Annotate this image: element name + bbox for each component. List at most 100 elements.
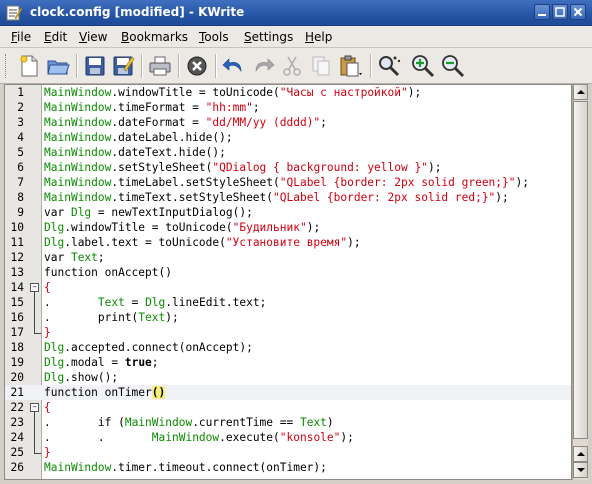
cut-icon[interactable] bbox=[279, 53, 305, 79]
code-line[interactable]: 3 MainWindow.dateFormat = "dd/MM/yy (dddd… bbox=[5, 115, 571, 130]
line-number: 10 bbox=[10, 221, 24, 234]
menu-help[interactable]: Help bbox=[305, 30, 332, 44]
undo-icon[interactable] bbox=[221, 53, 247, 79]
code-text: } bbox=[44, 446, 51, 459]
line-number: 16 bbox=[10, 311, 24, 324]
code-text: . . MainWindow.execute("konsole"); bbox=[44, 431, 354, 444]
fold-end bbox=[30, 325, 41, 340]
code-text: MainWindow.setStyleSheet("QDialog { back… bbox=[44, 161, 442, 174]
menu-edit[interactable]: Edit bbox=[44, 30, 67, 44]
line-number: 9 bbox=[17, 206, 24, 219]
toolbar-grip[interactable] bbox=[5, 54, 9, 78]
menu-file[interactable]: File bbox=[11, 30, 31, 44]
toolbar-separator bbox=[141, 54, 143, 78]
code-line[interactable]: 24 . . MainWindow.execute("konsole"); bbox=[5, 430, 571, 445]
scroll-thumb[interactable] bbox=[573, 101, 588, 439]
code-line[interactable]: 5 MainWindow.dateText.hide(); bbox=[5, 145, 571, 160]
line-number: 2 bbox=[17, 101, 24, 114]
code-line[interactable]: 25} bbox=[5, 445, 571, 460]
open-folder-icon[interactable] bbox=[45, 53, 71, 79]
line-number: 14 bbox=[10, 281, 24, 294]
code-line[interactable]: 13 function onAccept() bbox=[5, 265, 571, 280]
paste-icon[interactable] bbox=[337, 53, 363, 79]
fold-end bbox=[30, 445, 41, 460]
code-line[interactable]: 19 Dlg.modal = true; bbox=[5, 355, 571, 370]
code-line[interactable]: 1 MainWindow.windowTitle = toUnicode("Час… bbox=[5, 85, 571, 100]
close-document-icon[interactable] bbox=[184, 53, 210, 79]
scroll-up-button[interactable] bbox=[573, 84, 588, 100]
line-number: 22 bbox=[10, 401, 24, 414]
line-number: 8 bbox=[17, 191, 24, 204]
zoom-out-icon[interactable] bbox=[440, 53, 466, 79]
code-text: MainWindow.dateText.hide(); bbox=[44, 146, 226, 159]
code-text: Dlg.label.text = toUnicode("Установите в… bbox=[44, 236, 361, 249]
code-line[interactable]: 8 MainWindow.timeText.setStyleSheet("QLab… bbox=[5, 190, 571, 205]
code-text: function onAccept() bbox=[44, 266, 172, 279]
find-icon[interactable] bbox=[376, 53, 402, 79]
line-number: 23 bbox=[10, 416, 24, 429]
close-window-button[interactable] bbox=[570, 4, 586, 20]
code-line[interactable]: 20 Dlg.show(); bbox=[5, 370, 571, 385]
code-line[interactable]: 9 var Dlg = newTextInputDialog(); bbox=[5, 205, 571, 220]
new-document-icon[interactable] bbox=[16, 53, 42, 79]
code-text: MainWindow.dateLabel.hide(); bbox=[44, 131, 233, 144]
code-text: } bbox=[44, 326, 51, 339]
print-icon[interactable] bbox=[147, 53, 173, 79]
menu-view[interactable]: View bbox=[79, 30, 107, 44]
text-editor[interactable]: 1 MainWindow.windowTitle = toUnicode("Час… bbox=[4, 84, 572, 480]
code-text: Dlg.modal = true; bbox=[44, 356, 159, 369]
toolbar-separator bbox=[370, 54, 372, 78]
code-line[interactable]: 17} bbox=[5, 325, 571, 340]
save-icon[interactable] bbox=[82, 53, 108, 79]
code-line[interactable]: 18 Dlg.accepted.connect(onAccept); bbox=[5, 340, 571, 355]
line-number: 19 bbox=[10, 356, 24, 369]
line-number: 24 bbox=[10, 431, 24, 444]
code-line[interactable]: 10 Dlg.windowTitle = toUnicode("Будильник… bbox=[5, 220, 571, 235]
line-number: 13 bbox=[10, 266, 24, 279]
code-line[interactable]: 4 MainWindow.dateLabel.hide(); bbox=[5, 130, 571, 145]
code-text: function onTimer() bbox=[44, 386, 166, 399]
vertical-scrollbar[interactable] bbox=[572, 84, 588, 480]
code-line[interactable]: 6 MainWindow.setStyleSheet("QDialog { bac… bbox=[5, 160, 571, 175]
fold-toggle-icon[interactable]: − bbox=[30, 400, 39, 415]
toolbar-separator bbox=[76, 54, 78, 78]
line-number: 7 bbox=[17, 176, 24, 189]
line-number: 20 bbox=[10, 371, 24, 384]
code-line[interactable]: 22−{ bbox=[5, 400, 571, 415]
code-line[interactable]: 15 . Text = Dlg.lineEdit.text; bbox=[5, 295, 571, 310]
maximize-button[interactable] bbox=[552, 4, 568, 20]
code-line[interactable]: 2 MainWindow.timeFormat = "hh:mm"; bbox=[5, 100, 571, 115]
line-number: 1 bbox=[17, 86, 24, 99]
title-bar[interactable]: clock.config [modified] - KWrite bbox=[0, 0, 592, 26]
code-text: MainWindow.timeLabel.setStyleSheet("QLab… bbox=[44, 176, 529, 189]
fold-toggle-icon[interactable]: − bbox=[30, 280, 39, 295]
code-line[interactable]: 16 . print(Text); bbox=[5, 310, 571, 325]
code-text: Dlg.windowTitle = toUnicode("Будильник")… bbox=[44, 221, 321, 234]
code-text: MainWindow.timeFormat = "hh:mm"; bbox=[44, 101, 260, 114]
redo-icon[interactable] bbox=[250, 53, 276, 79]
menu-settings[interactable]: Settings bbox=[244, 30, 293, 44]
copy-icon[interactable] bbox=[308, 53, 334, 79]
code-line[interactable]: 12 var Text; bbox=[5, 250, 571, 265]
zoom-in-icon[interactable] bbox=[410, 53, 436, 79]
menu-tools[interactable]: Tools bbox=[199, 30, 229, 44]
scroll-down-button[interactable] bbox=[573, 462, 588, 478]
scroll-up-button-lower[interactable] bbox=[573, 446, 588, 462]
code-line[interactable]: 14−{ bbox=[5, 280, 571, 295]
minimize-button[interactable] bbox=[534, 4, 550, 20]
line-number: 5 bbox=[17, 146, 24, 159]
code-line[interactable]: 26 MainWindow.timer.timeout.connect(onTim… bbox=[5, 460, 571, 475]
fold-line bbox=[30, 430, 39, 445]
menu-bookmarks[interactable]: Bookmarks bbox=[121, 30, 188, 44]
toolbar-separator bbox=[178, 54, 180, 78]
line-number: 21 bbox=[10, 386, 24, 399]
save-as-icon[interactable] bbox=[110, 53, 136, 79]
code-text: . if (MainWindow.currentTime == Text) bbox=[44, 416, 334, 429]
code-line[interactable]: 21 function onTimer() bbox=[5, 385, 571, 400]
kwrite-app-icon[interactable] bbox=[5, 4, 23, 22]
code-line[interactable]: 11 Dlg.label.text = toUnicode("Установите… bbox=[5, 235, 571, 250]
toolbar-separator bbox=[215, 54, 217, 78]
code-line[interactable]: 7 MainWindow.timeLabel.setStyleSheet("QLa… bbox=[5, 175, 571, 190]
line-number: 25 bbox=[10, 446, 24, 459]
code-line[interactable]: 23 . if (MainWindow.currentTime == Text) bbox=[5, 415, 571, 430]
